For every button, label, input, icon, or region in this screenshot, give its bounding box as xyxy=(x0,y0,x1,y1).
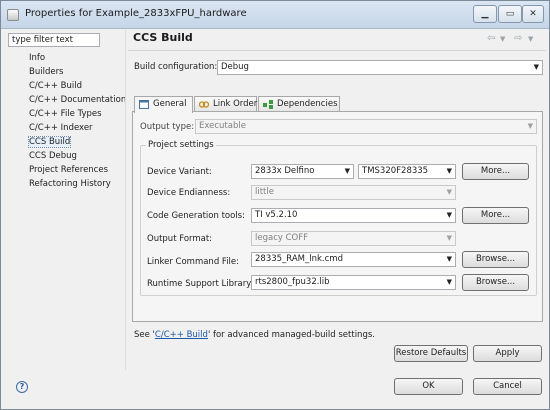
filter-input[interactable]: type filter text xyxy=(8,33,100,47)
output-type-value: Executable xyxy=(199,121,246,131)
build-config-select[interactable]: Debug ▼ xyxy=(217,60,543,75)
device-family-select[interactable]: 2833x Delfino ▼ xyxy=(251,164,354,179)
device-variant-label: Device Variant: xyxy=(147,167,212,177)
chevron-down-icon: ▼ xyxy=(446,167,452,175)
window-title: Properties for Example_2833xFPU_hardware xyxy=(25,8,247,19)
nav-item-label: Project References xyxy=(29,165,109,175)
tab-link-order[interactable]: Link Order xyxy=(194,96,257,112)
chevron-down-icon: ▼ xyxy=(527,122,533,130)
forward-history-dropdown-icon[interactable]: ▼ xyxy=(528,35,533,43)
nav-item-label: C/C++ Indexer xyxy=(29,123,93,133)
chevron-down-icon: ▼ xyxy=(446,255,452,263)
nav-item-ccs-build[interactable]: CCS Build xyxy=(8,135,126,149)
endianness-value: little xyxy=(255,187,274,197)
nav-item-label: Info xyxy=(29,53,46,63)
general-tab-icon xyxy=(139,100,149,109)
codegen-value: TI v5.2.10 xyxy=(255,210,298,220)
nav-item-ccs-debug[interactable]: CCS Debug xyxy=(8,149,126,163)
output-format-label: Output Format: xyxy=(147,234,213,244)
rts-select[interactable]: rts2800_fpu32.lib ▼ xyxy=(251,275,456,290)
nav-item-label: C/C++ File Types xyxy=(29,109,102,119)
nav-item-label: CCS Debug xyxy=(29,151,77,161)
device-part-value: TMS320F28335 xyxy=(362,166,429,176)
back-history-dropdown-icon[interactable]: ▼ xyxy=(500,35,505,43)
nav-item-cpp-file-types[interactable]: C/C++ File Types xyxy=(8,107,126,121)
advanced-settings-note: See 'C/C++ Build' for advanced managed-b… xyxy=(134,330,375,340)
app-icon xyxy=(7,9,19,21)
back-arrow-icon[interactable]: ⇦ xyxy=(487,33,495,44)
note-suffix: ' for advanced managed-build settings. xyxy=(207,330,375,340)
forward-arrow-icon[interactable]: ⇨ xyxy=(514,33,522,44)
title-bar: Properties for Example_2833xFPU_hardware… xyxy=(1,1,549,29)
project-settings-title: Project settings xyxy=(146,140,216,150)
tab-label: General xyxy=(153,99,187,109)
minimize-icon: ▁ xyxy=(481,9,489,19)
rts-value: rts2800_fpu32.lib xyxy=(255,277,330,287)
header-separator xyxy=(128,50,546,51)
nav-item-cpp-documentation[interactable]: C/C++ Documentation xyxy=(8,93,126,107)
maximize-icon: ▭ xyxy=(505,9,515,19)
chevron-down-icon: ▼ xyxy=(446,211,452,219)
nav-item-label: Builders xyxy=(29,67,64,77)
property-nav: Info Builders C/C++ Build C/C++ Document… xyxy=(8,51,126,191)
chevron-down-icon: ▼ xyxy=(446,188,452,196)
close-button[interactable]: ✕ xyxy=(522,5,544,23)
chevron-down-icon: ▼ xyxy=(533,63,539,71)
tab-general[interactable]: General xyxy=(134,96,193,113)
tab-label: Dependencies xyxy=(277,99,338,109)
linker-cmd-label: Linker Command File: xyxy=(147,257,240,267)
note-prefix: See ' xyxy=(134,330,155,340)
page-title: CCS Build xyxy=(133,31,193,44)
properties-dialog: Properties for Example_2833xFPU_hardware… xyxy=(0,0,550,410)
nav-item-cpp-indexer[interactable]: C/C++ Indexer xyxy=(8,121,126,135)
minimize-button[interactable]: ▁ xyxy=(473,5,497,23)
cancel-button[interactable]: Cancel xyxy=(473,378,542,395)
maximize-button[interactable]: ▭ xyxy=(498,5,522,23)
nav-item-label: C/C++ Build xyxy=(29,81,83,91)
nav-item-label: CCS Build xyxy=(27,136,72,148)
link-order-icon xyxy=(199,101,209,108)
tab-dependencies[interactable]: Dependencies xyxy=(258,96,340,112)
output-type-select: Executable ▼ xyxy=(195,119,537,134)
chevron-down-icon: ▼ xyxy=(344,167,350,175)
linker-cmd-browse-button[interactable]: Browse... xyxy=(462,251,529,268)
output-format-select: legacy COFF ▼ xyxy=(251,231,456,246)
build-config-label: Build configuration: xyxy=(134,62,218,72)
nav-item-label: Refactoring History xyxy=(29,179,111,189)
nav-item-refactoring-history[interactable]: Refactoring History xyxy=(8,177,126,191)
dependencies-icon xyxy=(263,100,273,109)
device-more-button[interactable]: More... xyxy=(462,163,529,180)
help-icon[interactable]: ? xyxy=(16,381,28,393)
close-icon: ✕ xyxy=(529,9,537,19)
build-config-value: Debug xyxy=(221,62,249,72)
device-part-select[interactable]: TMS320F28335 ▼ xyxy=(358,164,456,179)
nav-divider xyxy=(125,30,126,370)
endianness-label: Device Endianness: xyxy=(147,188,231,198)
rts-label: Runtime Support Library: xyxy=(147,279,254,289)
linker-cmd-select[interactable]: 28335_RAM_lnk.cmd ▼ xyxy=(251,252,456,267)
endianness-select: little ▼ xyxy=(251,185,456,200)
output-type-label: Output type: xyxy=(140,122,195,132)
nav-item-builders[interactable]: Builders xyxy=(8,65,126,79)
nav-item-project-references[interactable]: Project References xyxy=(8,163,126,177)
chevron-down-icon: ▼ xyxy=(446,234,452,242)
rts-browse-button[interactable]: Browse... xyxy=(462,274,529,291)
linker-cmd-value: 28335_RAM_lnk.cmd xyxy=(255,254,343,264)
apply-button[interactable]: Apply xyxy=(473,345,542,362)
nav-item-info[interactable]: Info xyxy=(8,51,126,65)
nav-item-cpp-build[interactable]: C/C++ Build xyxy=(8,79,126,93)
codegen-label: Code Generation tools: xyxy=(147,211,245,221)
codegen-more-button[interactable]: More... xyxy=(462,207,529,224)
output-format-value: legacy COFF xyxy=(255,233,309,243)
device-family-value: 2833x Delfino xyxy=(255,166,315,176)
restore-defaults-button[interactable]: Restore Defaults xyxy=(394,345,468,362)
chevron-down-icon: ▼ xyxy=(446,278,452,286)
cpp-build-link[interactable]: C/C++ Build xyxy=(155,330,208,340)
nav-item-label: C/C++ Documentation xyxy=(29,95,127,105)
tab-label: Link Order xyxy=(213,99,258,109)
codegen-select[interactable]: TI v5.2.10 ▼ xyxy=(251,208,456,223)
ok-button[interactable]: OK xyxy=(394,378,463,395)
